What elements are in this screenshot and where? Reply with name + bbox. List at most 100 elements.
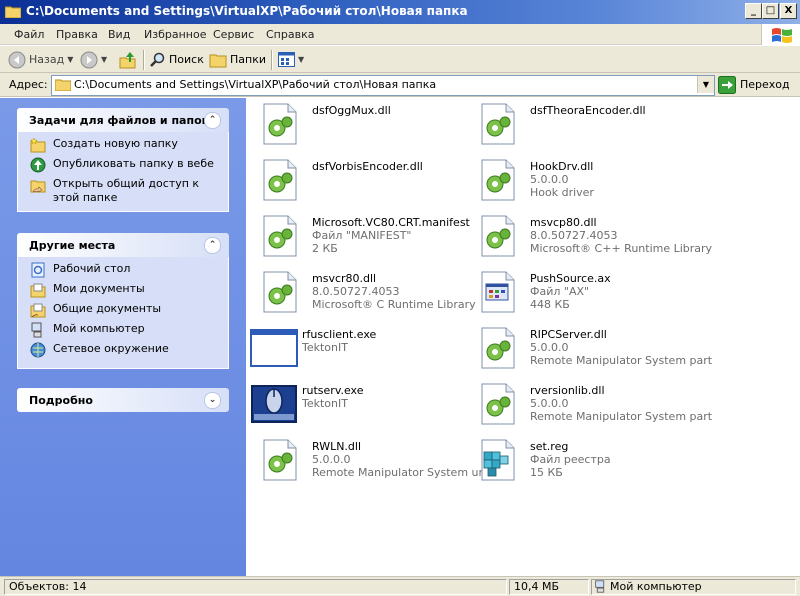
registry-file-icon: [481, 439, 515, 481]
file-description: Remote Manipulator System part: [530, 354, 713, 367]
place-shared-documents[interactable]: Общие документы: [18, 302, 228, 322]
file-name: set.reg: [530, 440, 569, 453]
file-item[interactable]: dsfVorbisEncoder.dll: [256, 156, 466, 208]
file-type: Файл "MANIFEST": [312, 229, 412, 242]
views-icon: [278, 52, 295, 67]
close-button[interactable]: X: [780, 3, 797, 19]
chevron-down-icon: ▼: [298, 55, 305, 64]
back-label: Назад: [29, 53, 65, 66]
task-label: Открыть общий доступ к этой папке: [53, 177, 200, 204]
file-item[interactable]: rversionlib.dll 5.0.0.0 Remote Manipulat…: [474, 380, 774, 432]
views-button[interactable]: ▼: [278, 50, 304, 69]
dll-icon: [263, 439, 297, 481]
file-item[interactable]: msvcr80.dll 8.0.50727.4053 Microsoft® C …: [256, 268, 476, 320]
title-bar[interactable]: C:\Documents and Settings\VirtualXP\Рабо…: [0, 0, 800, 24]
file-item[interactable]: msvcp80.dll 8.0.50727.4053 Microsoft® C+…: [474, 212, 774, 264]
file-name: dsfVorbisEncoder.dll: [312, 160, 423, 173]
task-share-folder[interactable]: Открыть общий доступ к этой папке: [18, 177, 228, 205]
place-network[interactable]: Сетевое окружение: [18, 342, 228, 362]
status-location: Мой компьютер: [591, 579, 796, 595]
task-label: Опубликовать папку в вебе: [53, 157, 214, 170]
back-button[interactable]: Назад ▼: [8, 50, 73, 69]
file-item[interactable]: dsfOggMux.dll: [256, 100, 466, 152]
collapse-chevron-icon[interactable]: ⌃: [204, 112, 221, 129]
file-version: 8.0.50727.4053: [530, 229, 618, 242]
network-icon: [30, 342, 46, 358]
dll-icon: [481, 215, 515, 257]
dll-icon: [263, 215, 297, 257]
folders-label: Папки: [230, 53, 266, 66]
address-value: C:\Documents and Settings\VirtualXP\Рабо…: [74, 78, 437, 91]
menu-file[interactable]: Файл: [14, 28, 44, 41]
maximize-button[interactable]: □: [762, 3, 779, 19]
dll-icon: [481, 103, 515, 145]
menu-favorites[interactable]: Избранное: [144, 28, 206, 41]
menu-tools[interactable]: Сервис: [213, 28, 254, 41]
collapse-chevron-icon[interactable]: ⌃: [204, 237, 221, 254]
my-documents-icon: [30, 283, 46, 298]
file-item[interactable]: dsfTheoraEncoder.dll: [474, 100, 774, 152]
file-item[interactable]: RWLN.dll 5.0.0.0 Remote Manipulator Syst…: [256, 436, 493, 488]
file-item[interactable]: rutserv.exe TektonIT: [250, 380, 470, 432]
dll-icon: [481, 327, 515, 369]
file-item[interactable]: RIPCServer.dll 5.0.0.0 Remote Manipulato…: [474, 324, 774, 376]
file-company: TektonIT: [302, 341, 348, 354]
file-version: 5.0.0.0: [312, 453, 351, 466]
expand-chevron-icon[interactable]: ⌄: [204, 392, 221, 409]
file-view: dsfOggMux.dll dsfTheoraEncoder.dll dsfVo…: [246, 98, 800, 576]
places-panel-header[interactable]: Другие места ⌃: [17, 233, 229, 257]
file-name: rutserv.exe: [302, 384, 364, 397]
task-new-folder[interactable]: Создать новую папку: [18, 137, 228, 157]
chevron-down-icon: ▼: [702, 80, 710, 89]
minimize-button[interactable]: _: [745, 3, 762, 19]
menu-bar: Файл Правка Вид Избранное Сервис Справка: [0, 24, 800, 45]
place-desktop[interactable]: Рабочий стол: [18, 262, 228, 282]
file-name: PushSource.ax: [530, 272, 611, 285]
file-name: dsfTheoraEncoder.dll: [530, 104, 646, 117]
place-my-documents[interactable]: Мои документы: [18, 282, 228, 302]
go-button[interactable]: Переход: [718, 75, 790, 94]
place-label: Мои документы: [53, 282, 145, 295]
tasks-panel-header[interactable]: Задачи для файлов и папок ⌃: [17, 108, 229, 132]
up-folder-button[interactable]: [119, 50, 137, 69]
file-name: rversionlib.dll: [530, 384, 605, 397]
forward-button[interactable]: ▼: [80, 50, 107, 69]
new-folder-icon: [30, 137, 46, 153]
details-panel-title: Подробно: [29, 394, 93, 407]
place-my-computer[interactable]: Мой компьютер: [18, 322, 228, 342]
my-computer-icon: [31, 322, 42, 338]
folders-button[interactable]: Папки: [209, 50, 266, 69]
details-panel-header[interactable]: Подробно ⌄: [17, 388, 229, 412]
file-type: Файл "AX": [530, 285, 590, 298]
menu-edit[interactable]: Правка: [56, 28, 98, 41]
address-input[interactable]: C:\Documents and Settings\VirtualXP\Рабо…: [51, 75, 715, 96]
address-dropdown-button[interactable]: ▼: [697, 76, 714, 93]
file-item[interactable]: PushSource.ax Файл "AX" 448 КБ: [474, 268, 774, 320]
folders-icon: [209, 54, 227, 67]
file-size: 448 КБ: [530, 298, 570, 311]
file-name: rfusclient.exe: [302, 328, 377, 341]
mouse-exe-icon: [251, 385, 297, 423]
file-description: Microsoft® C Runtime Library: [312, 298, 476, 311]
file-item[interactable]: rfusclient.exe TektonIT: [250, 324, 470, 376]
search-button[interactable]: Поиск: [150, 50, 204, 69]
menu-help[interactable]: Справка: [266, 28, 314, 41]
go-arrow-icon: [718, 75, 736, 94]
file-description: Remote Manipulator System part: [530, 410, 713, 423]
task-publish-web[interactable]: Опубликовать папку в вебе: [18, 157, 228, 177]
menu-view[interactable]: Вид: [108, 28, 130, 41]
places-panel-title: Другие места: [29, 239, 116, 252]
search-icon: [150, 52, 165, 67]
go-label: Переход: [740, 78, 790, 91]
task-label: Создать новую папку: [53, 137, 178, 150]
places-panel: Другие места ⌃ Рабочий стол Мои документ…: [17, 233, 229, 369]
status-location-label: Мой компьютер: [610, 580, 702, 593]
exe-window-icon: [250, 329, 298, 367]
file-name: dsfOggMux.dll: [312, 104, 391, 117]
file-item[interactable]: set.reg Файл реестра 15 КБ: [474, 436, 774, 488]
dll-icon: [481, 159, 515, 201]
file-item[interactable]: HookDrv.dll 5.0.0.0 Hook driver: [474, 156, 774, 208]
file-name: HookDrv.dll: [530, 160, 594, 173]
file-item[interactable]: Microsoft.VC80.CRT.manifest Файл "MANIFE…: [256, 212, 471, 264]
file-version: 5.0.0.0: [530, 173, 569, 186]
